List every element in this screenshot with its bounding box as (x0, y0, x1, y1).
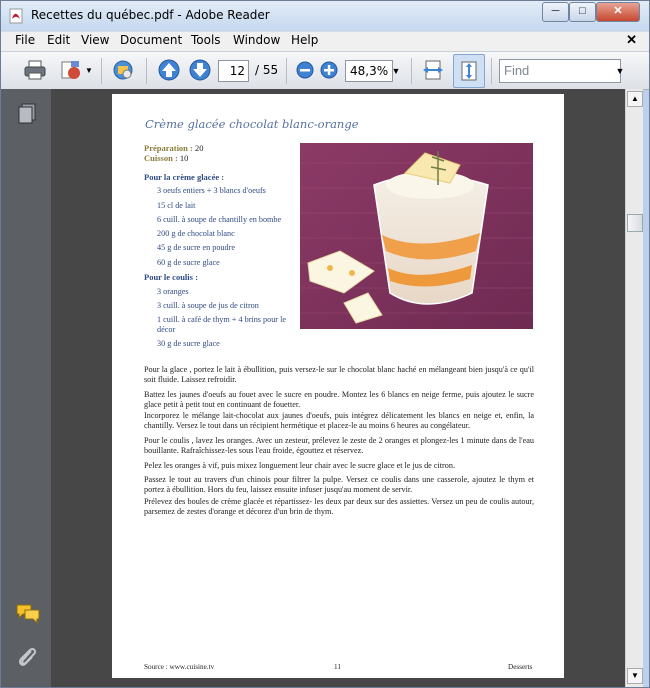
vertical-scrollbar[interactable]: ▲ ▼ (625, 89, 643, 687)
scroll-thumb[interactable] (627, 214, 643, 232)
cook-value: 10 (179, 153, 189, 163)
maximize-button[interactable]: □ (569, 2, 596, 22)
instruction-paragraph: Pour la glace , portez le lait à ébullit… (144, 365, 534, 385)
pdf-page: Crème glacée chocolat blanc-orange Prépa… (112, 94, 564, 678)
cook-time: Cuisson : 10 (144, 153, 188, 163)
recipe-title: Crème glacée chocolat blanc-orange (145, 117, 359, 131)
ingredient-item: 1 cuill. à café de thym + 4 brins pour l… (157, 315, 286, 334)
toolbar-separator (411, 58, 412, 84)
menu-edit[interactable]: Edit (47, 33, 70, 47)
fit-page-icon (461, 61, 477, 81)
instruction-paragraph: Pelez les oranges à vif, puis mixez long… (144, 461, 456, 470)
page-number-input[interactable]: 12 (218, 60, 249, 82)
create-pdf-icon[interactable] (59, 58, 83, 82)
footer-page-number: 11 (334, 663, 341, 671)
menu-bar: File Edit View Document Tools Window Hel… (1, 31, 649, 51)
menu-view[interactable]: View (81, 33, 109, 47)
zoom-out-icon[interactable] (293, 58, 317, 82)
adobe-reader-icon (9, 8, 23, 24)
menu-document[interactable]: Document (120, 33, 182, 47)
page-up-icon[interactable] (157, 58, 181, 82)
ice-cream-heading: Pour la crème glacée : (144, 172, 225, 182)
footer-source: Source : www.cuisine.tv (144, 663, 215, 671)
zoom-dropdown-icon[interactable]: ▼ (389, 60, 403, 82)
find-input[interactable]: Find (499, 59, 621, 83)
collaborate-icon[interactable] (111, 58, 135, 82)
zoom-in-icon[interactable] (317, 58, 341, 82)
ingredient-item: 200 g de chocolat blanc (157, 229, 235, 238)
toolbar-separator (101, 58, 102, 84)
page-down-icon[interactable] (188, 58, 212, 82)
ingredient-item: 3 cuill. à soupe de jus de citron (157, 301, 259, 310)
create-pdf-dropdown-icon[interactable]: ▼ (85, 66, 93, 75)
pages-icon[interactable] (17, 103, 37, 125)
menu-file[interactable]: File (15, 33, 35, 47)
toolbar-separator (286, 58, 287, 84)
ingredient-item: 30 g de sucre glace (157, 339, 220, 348)
instruction-paragraph: Prélevez des boules de crème glacée et r… (144, 497, 534, 517)
ingredient-item: 15 cl de lait (157, 201, 196, 210)
ingredient-item: 3 oeufs entiers + 3 blancs d'oeufs (157, 186, 266, 195)
zoom-level-input[interactable]: 48,3% (345, 60, 393, 82)
dessert-photo (300, 143, 533, 329)
toolbar: ▼ 12 / 55 48,3% ▼ Find ▼ (1, 51, 649, 90)
page-total-label: / 55 (255, 63, 279, 77)
menu-help[interactable]: Help (291, 33, 318, 47)
cook-label: Cuisson : (144, 153, 178, 163)
prep-value: 20 (195, 143, 204, 153)
footer-section: Desserts (508, 663, 533, 671)
title-bar[interactable]: Recettes du québec.pdf - Adobe Reader ─ … (1, 1, 649, 31)
coulis-heading: Pour le coulis : (144, 272, 198, 282)
app-window: Recettes du québec.pdf - Adobe Reader ─ … (0, 0, 650, 688)
close-button[interactable]: ✕ (596, 2, 640, 22)
prep-time: Préparation : 20 (144, 143, 204, 153)
document-close-icon[interactable]: ✕ (626, 32, 637, 48)
menu-tools[interactable]: Tools (191, 33, 221, 47)
scroll-up-icon[interactable]: ▲ (627, 91, 643, 107)
find-dropdown-icon[interactable]: ▼ (613, 59, 627, 83)
ingredient-item: 6 cuill. à soupe de chantilly en bombe (157, 215, 282, 224)
ingredient-item: 3 oranges (157, 287, 189, 296)
ingredient-item: 45 g de sucre en poudre (157, 243, 235, 252)
instruction-paragraph: Battez les jaunes d'oeufs au fouet avec … (144, 390, 534, 410)
instruction-paragraph: Incorporez le mélange lait-chocolat aux … (144, 411, 534, 431)
instruction-paragraph: Passez le tout au travers d'un chinois p… (144, 475, 534, 495)
prep-label: Préparation : (144, 143, 193, 153)
ingredient-item: 60 g de sucre glace (157, 258, 220, 267)
instruction-paragraph: Pour le coulis , lavez les oranges. Avec… (144, 436, 534, 456)
toolbar-separator (491, 58, 492, 84)
scroll-down-icon[interactable]: ▼ (627, 668, 643, 684)
menu-window[interactable]: Window (233, 33, 280, 47)
toolbar-separator (146, 58, 147, 84)
fit-width-icon[interactable] (421, 58, 445, 82)
print-icon[interactable] (23, 58, 47, 82)
fit-page-button[interactable] (453, 54, 485, 88)
navigation-pane (1, 89, 51, 687)
window-title: Recettes du québec.pdf - Adobe Reader (31, 8, 270, 22)
attachments-icon[interactable] (16, 645, 38, 669)
comments-icon[interactable] (15, 603, 41, 625)
minimize-button[interactable]: ─ (542, 2, 569, 22)
